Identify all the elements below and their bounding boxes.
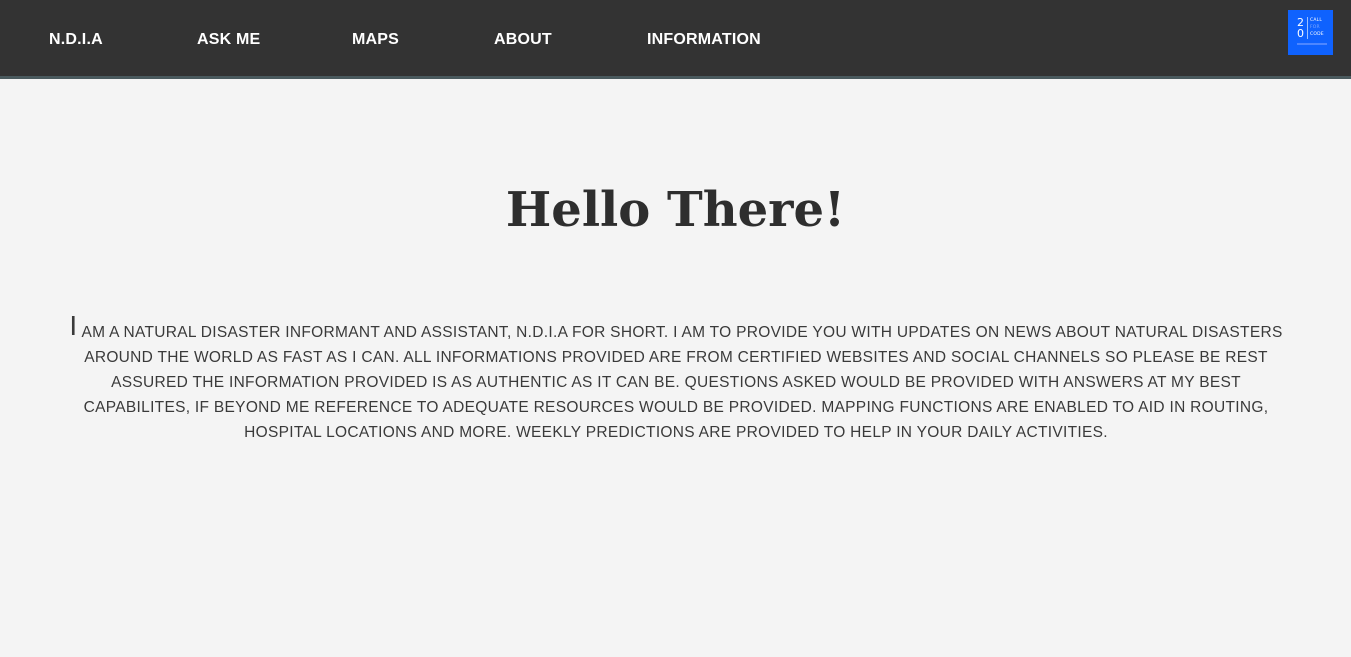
logo-underline — [1297, 43, 1327, 45]
nav-link-ask-me[interactable]: ASK ME — [197, 30, 260, 50]
call-for-code-logo[interactable]: 2 0 CALL FOR CODE — [1288, 10, 1333, 55]
intro-paragraph: Iam a natural disaster informant and ass… — [62, 310, 1290, 445]
logo-word-for: FOR — [1310, 25, 1320, 30]
intro-first-letter: I — [69, 310, 78, 341]
nav-link-maps[interactable]: MAPS — [352, 30, 399, 50]
logo-divider — [1307, 17, 1308, 39]
nav-link-about[interactable]: ABOUT — [494, 30, 552, 50]
page-title: Hello There! — [505, 182, 846, 238]
intro-text: am a natural disaster informant and assi… — [81, 324, 1283, 441]
logo-word-call: CALL — [1310, 18, 1323, 23]
nav-link-home[interactable]: N.D.I.A — [49, 30, 103, 50]
logo-word-code: CODE — [1310, 32, 1324, 37]
top-navbar: N.D.I.A ASK ME MAPS ABOUT INFORMATION 2 … — [0, 0, 1351, 79]
logo-digit-bottom: 0 — [1297, 27, 1304, 40]
nav-link-information[interactable]: INFORMATION — [647, 30, 761, 50]
